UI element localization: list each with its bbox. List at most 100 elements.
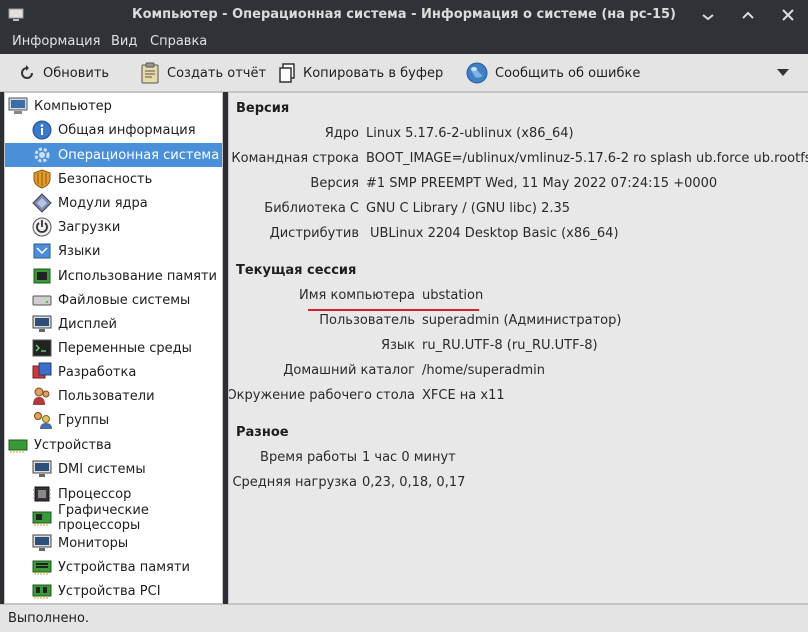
maximize-icon[interactable]	[740, 7, 756, 23]
sidebar-item-label: Использование памяти	[58, 268, 217, 284]
development-icon	[32, 362, 52, 379]
row-label: Библиотека C	[264, 201, 359, 216]
hard-drive-icon	[32, 295, 52, 306]
sidebar-item-general-info[interactable]: Общая информация	[5, 118, 222, 142]
sidebar-tree: Компьютер Общая информация Операционная …	[4, 92, 223, 604]
toolbar-overflow-icon[interactable]	[776, 68, 790, 78]
sidebar-item-security[interactable]: Безопасность	[5, 167, 222, 191]
shield-icon	[33, 169, 51, 189]
section-version-title: Версия	[236, 101, 290, 116]
toolbar: Обновить Создать отчёт Копировать в буфе…	[0, 54, 808, 92]
sidebar-item-filesystems[interactable]: Файловые системы	[5, 288, 222, 312]
groups-icon	[34, 412, 52, 429]
row-value[interactable]: XFCE на x11	[422, 388, 505, 403]
sidebar-item-label: Графические процессоры	[58, 503, 149, 533]
os-gear-icon	[34, 147, 50, 163]
sidebar-item-label: Безопасность	[58, 171, 153, 187]
sidebar-item-env-vars[interactable]: Переменные среды	[5, 336, 222, 360]
sidebar-item-label: Загрузки	[58, 219, 121, 235]
section-misc-title: Разное	[236, 425, 289, 440]
row-value[interactable]: #1 SMP PREEMPT Wed, 11 May 2022 07:24:15…	[366, 176, 717, 191]
memory-board-icon	[32, 560, 52, 575]
row-value[interactable]: 0,23, 0,18, 0,17	[362, 475, 465, 490]
sidebar-item-monitors[interactable]: Мониторы	[5, 531, 222, 555]
sidebar-item-display[interactable]: Дисплей	[5, 312, 222, 336]
sidebar-item-memory-devices[interactable]: Устройства памяти	[5, 555, 222, 579]
gpu-board-icon	[32, 511, 52, 526]
language-flag-icon	[33, 243, 51, 259]
row-label: Дистрибутив	[269, 226, 359, 241]
sidebar-item-label: Разработка	[58, 364, 137, 380]
row-value[interactable]: GNU C Library / (GNU libc) 2.35	[366, 201, 570, 216]
power-icon	[32, 217, 52, 237]
section-session-title: Текущая сессия	[236, 263, 357, 278]
row-value[interactable]: Linux 5.17.6-2-ublinux (x86_64)	[366, 126, 574, 141]
computer-icon	[8, 97, 28, 114]
row-value[interactable]: UBLinux 2204 Desktop Basic (x86_64)	[370, 226, 619, 241]
sidebar-item-label: Языки	[58, 243, 101, 259]
row-label: Время работы	[260, 450, 357, 465]
close-icon[interactable]	[780, 7, 796, 23]
users-icon	[33, 387, 50, 405]
globe-icon	[466, 62, 488, 84]
sidebar-item-label: Модули ядра	[58, 195, 148, 211]
sidebar-item-development[interactable]: Разработка	[5, 360, 222, 384]
sidebar-item-groups[interactable]: Группы	[5, 408, 222, 432]
sidebar-item-label: Компьютер	[34, 98, 112, 114]
title-bar: Компьютер - Операционная система - Инфор…	[0, 0, 808, 30]
terminal-icon	[32, 339, 52, 357]
report-bug-label: Сообщить об ошибке	[495, 65, 641, 81]
menu-view[interactable]: Вид	[111, 34, 137, 49]
row-value[interactable]: ru_RU.UTF-8 (ru_RU.UTF-8)	[422, 338, 598, 353]
sidebar-item-label: Устройства	[34, 437, 112, 453]
sidebar-item-computer[interactable]: Компьютер	[5, 94, 222, 118]
sidebar-item-kernel-modules[interactable]: Модули ядра	[5, 191, 222, 215]
sidebar-item-boots[interactable]: Загрузки	[5, 215, 222, 239]
report-bug-button[interactable]: Сообщить об ошибке	[466, 61, 640, 85]
refresh-icon	[21, 65, 33, 79]
sidebar-item-dmi[interactable]: DMI системы	[5, 457, 222, 481]
kernel-module-icon	[32, 193, 52, 213]
sidebar-item-os[interactable]: Операционная система	[5, 143, 222, 167]
sidebar-item-memory-usage[interactable]: Использование памяти	[5, 264, 222, 288]
menu-bar: Информация Вид Справка	[0, 30, 808, 54]
minimize-icon[interactable]	[700, 7, 716, 23]
refresh-button[interactable]: Обновить	[18, 61, 109, 85]
sidebar-item-gpu[interactable]: Графические процессоры	[5, 503, 222, 533]
devices-board-icon	[8, 439, 28, 453]
row-label: Средняя нагрузка	[232, 475, 357, 490]
row-label: Версия	[310, 176, 359, 191]
row-value[interactable]: superadmin (Администратор)	[422, 313, 621, 328]
sidebar-item-label: Группы	[58, 412, 110, 428]
menu-info[interactable]: Информация	[12, 34, 100, 49]
row-label: Командная строка	[231, 151, 359, 166]
row-label: Домашний каталог	[283, 363, 415, 378]
hostname-underline	[308, 309, 479, 311]
sidebar-item-label: Устройства памяти	[58, 559, 190, 575]
row-value[interactable]: BOOT_IMAGE=/ublinux/vmlinuz-5.17.6-2 ro …	[366, 151, 808, 166]
row-value[interactable]: /home/superadmin	[422, 363, 545, 378]
copy-label: Копировать в буфер	[303, 65, 444, 81]
sidebar-item-label: Переменные среды	[58, 340, 192, 356]
sidebar-item-label: Операционная система	[58, 147, 220, 163]
sidebar-item-languages[interactable]: Языки	[5, 239, 222, 263]
sidebar-item-devices[interactable]: Устройства	[5, 433, 222, 457]
refresh-label: Обновить	[43, 65, 110, 81]
monitor-icon	[32, 315, 52, 332]
row-label: Ядро	[324, 126, 359, 141]
pci-board-icon	[32, 584, 52, 599]
row-value[interactable]: ubstation	[422, 288, 483, 303]
menu-help[interactable]: Справка	[150, 34, 207, 49]
row-value[interactable]: 1 час 0 минут	[362, 450, 456, 465]
sidebar-item-users[interactable]: Пользователи	[5, 384, 222, 408]
copy-button[interactable]: Копировать в буфер	[278, 61, 443, 85]
sidebar-item-label: Файловые системы	[58, 292, 191, 308]
sidebar-item-pci[interactable]: Устройства PCI	[5, 579, 222, 603]
sidebar-item-label: Общая информация	[58, 122, 196, 138]
status-text: Выполнено.	[8, 611, 90, 626]
row-label: Имя компьютера	[299, 288, 415, 303]
create-report-button[interactable]: Создать отчёт	[140, 61, 266, 85]
info-icon	[32, 120, 52, 140]
sidebar-item-label: DMI системы	[58, 461, 146, 477]
create-report-label: Создать отчёт	[167, 65, 267, 81]
